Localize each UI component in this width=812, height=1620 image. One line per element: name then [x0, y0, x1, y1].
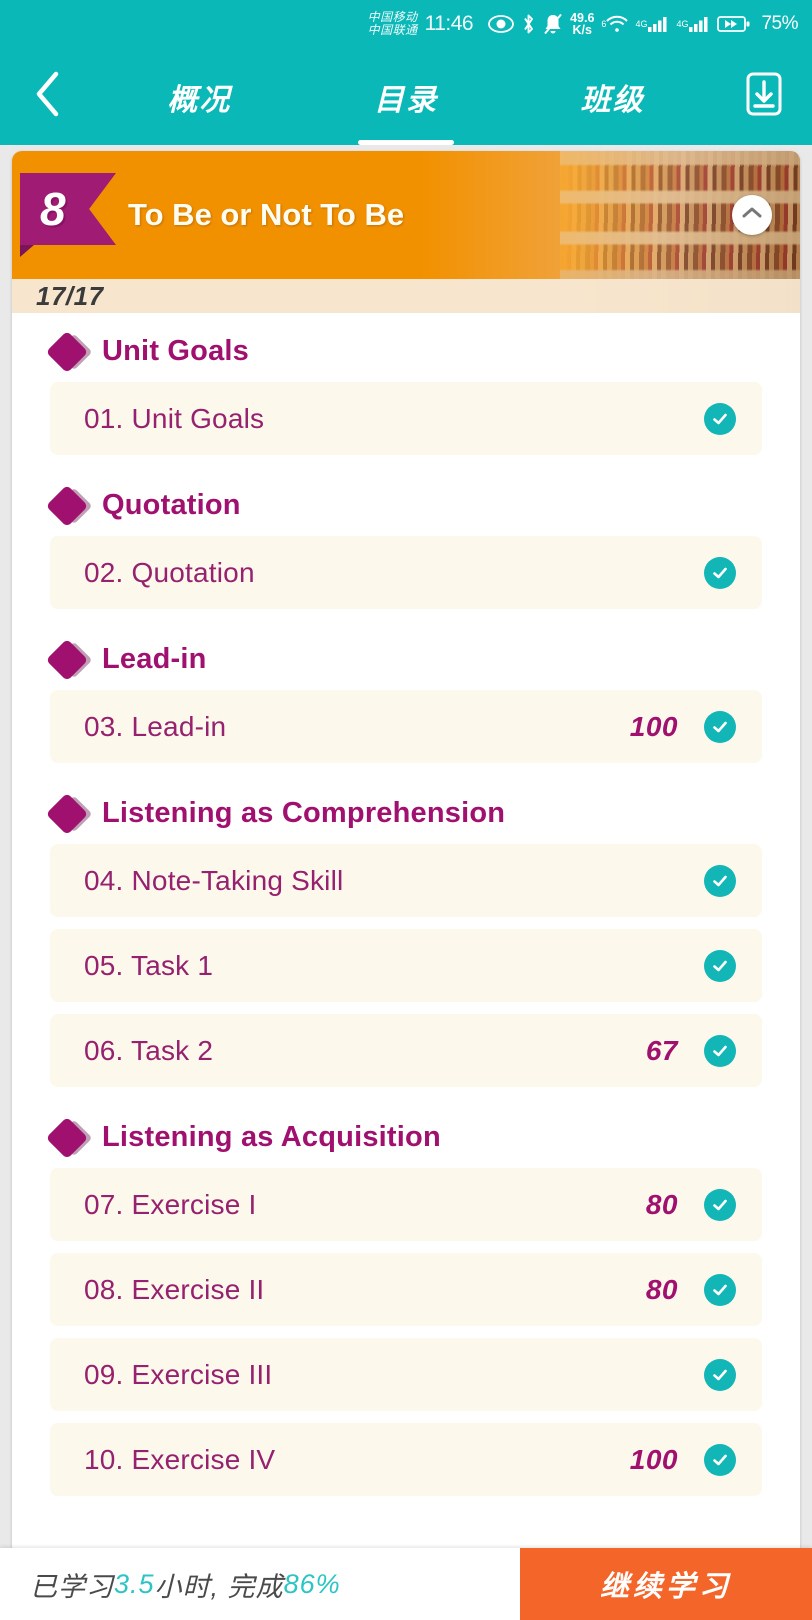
section-title: Listening as Comprehension: [102, 797, 506, 829]
completed-check-icon: [704, 1034, 736, 1067]
lesson-label: 03. Lead-in: [84, 710, 227, 742]
completed-check-icon: [704, 402, 736, 435]
continue-study-button[interactable]: 继续学习: [520, 1548, 812, 1620]
signal-sim1-icon: 4G: [635, 15, 669, 33]
lesson-label: 07. Exercise I: [84, 1188, 257, 1220]
network-speed: 49.6 K/s: [570, 11, 594, 37]
lesson-row[interactable]: 03. Lead-in 100: [50, 690, 762, 763]
diamond-icon: [45, 638, 93, 681]
network-speed-unit: K/s: [572, 23, 592, 37]
study-prefix-label: 已学习: [30, 1571, 114, 1602]
carrier-labels: 中国移动 中国联通: [368, 11, 418, 37]
unit-progress-strip: 17/17: [12, 279, 800, 313]
section-title: Lead-in: [102, 643, 207, 675]
bluetooth-icon: [521, 13, 536, 35]
lesson-row[interactable]: 06. Task 2 67: [50, 1014, 762, 1087]
lesson-label: 06. Task 2: [84, 1034, 214, 1066]
unit-progress-count: 17/17: [36, 280, 104, 311]
ribbon-fold-decoration: [20, 245, 34, 257]
unit-card: 8 To Be or Not To Be 17/17 Unit Goals 01…: [12, 151, 800, 1548]
lesson-label: 10. Exercise IV: [84, 1443, 276, 1475]
study-middle-label: 小时, 完成: [154, 1571, 284, 1602]
tab-overview[interactable]: 概况: [141, 48, 257, 145]
section-header-listening-as-comprehension: Listening as Comprehension: [12, 775, 800, 844]
sim2-network-label: 4G: [676, 19, 689, 29]
section-title: Unit Goals: [102, 335, 250, 367]
lesson-label: 09. Exercise III: [84, 1358, 273, 1390]
mute-bell-icon: [543, 13, 563, 35]
completed-check-icon: [704, 1188, 736, 1221]
diamond-icon: [45, 330, 93, 373]
study-hours-value: 3.5: [114, 1568, 155, 1599]
lesson-row[interactable]: 10. Exercise IV 100: [50, 1423, 762, 1496]
lesson-score: 80: [645, 1188, 678, 1220]
section-header-listening-as-acquisition: Listening as Acquisition: [12, 1099, 800, 1168]
diamond-icon: [45, 1116, 93, 1159]
top-navigation-bar: 概况 目录 班级: [0, 48, 812, 145]
chevron-left-icon: [33, 69, 63, 124]
lesson-label: 04. Note-Taking Skill: [84, 864, 344, 896]
completed-check-icon: [704, 864, 736, 897]
download-button[interactable]: [716, 69, 812, 124]
completed-check-icon: [704, 1273, 736, 1306]
study-summary: 已学习 3.5 小时, 完成 86%: [0, 1548, 520, 1620]
unit-number-ribbon: 8: [20, 173, 116, 245]
collapse-unit-button[interactable]: [732, 195, 772, 235]
completion-percent-value: 86%: [283, 1568, 341, 1599]
completed-check-icon: [704, 1443, 736, 1476]
battery-icon: [717, 14, 751, 34]
nav-tab-list: 概况 目录 班级: [96, 48, 716, 145]
unit-number: 8: [40, 183, 66, 235]
section-header-quotation: Quotation: [12, 467, 800, 536]
lesson-label: 01. Unit Goals: [84, 402, 265, 434]
diamond-icon: [45, 484, 93, 527]
battery-percent: 75%: [761, 13, 798, 34]
unit-banner: 8 To Be or Not To Be: [12, 151, 800, 279]
chevron-up-icon: [741, 205, 763, 226]
tab-catalog[interactable]: 目录: [348, 48, 464, 145]
eye-icon: [488, 15, 514, 33]
status-bar: 中国移动 中国联通 11:46 49.6 K/s 6 4G 4G 75%: [0, 0, 812, 48]
section-header-lead-in: Lead-in: [12, 621, 800, 690]
lesson-label: 05. Task 1: [84, 949, 214, 981]
wifi-icon: 6: [601, 15, 629, 33]
lesson-score: 67: [645, 1034, 678, 1066]
lesson-label: 02. Quotation: [84, 556, 255, 588]
lesson-row[interactable]: 08. Exercise II 80: [50, 1253, 762, 1326]
sim1-network-label: 4G: [635, 19, 648, 29]
lesson-row[interactable]: 01. Unit Goals: [50, 382, 762, 455]
progress-strip-fade: [570, 279, 800, 313]
lesson-score: 100: [629, 710, 678, 742]
lesson-label: 08. Exercise II: [84, 1273, 265, 1305]
lesson-row[interactable]: 05. Task 1: [50, 929, 762, 1002]
lesson-score: 80: [645, 1273, 678, 1305]
section-list: Unit Goals 01. Unit Goals Quotation 02. …: [12, 313, 800, 1548]
completed-check-icon: [704, 1358, 736, 1391]
status-time: 11:46: [424, 12, 474, 35]
lesson-score: 100: [629, 1443, 678, 1475]
download-icon: [741, 69, 787, 124]
tab-class[interactable]: 班级: [555, 48, 671, 145]
lesson-row[interactable]: 04. Note-Taking Skill: [50, 844, 762, 917]
bottom-bar: 已学习 3.5 小时, 完成 86% 继续学习: [0, 1548, 812, 1620]
section-header-unit-goals: Unit Goals: [12, 313, 800, 382]
lesson-row[interactable]: 07. Exercise I 80: [50, 1168, 762, 1241]
catalog-scroll-area[interactable]: 8 To Be or Not To Be 17/17 Unit Goals 01…: [0, 145, 812, 1548]
unit-title: To Be or Not To Be: [128, 197, 405, 232]
completed-check-icon: [704, 949, 736, 982]
back-button[interactable]: [0, 69, 96, 124]
completed-check-icon: [704, 556, 736, 589]
signal-sim2-icon: 4G: [676, 15, 710, 33]
carrier-line-2: 中国联通: [367, 23, 418, 37]
lesson-row[interactable]: 02. Quotation: [50, 536, 762, 609]
section-title: Listening as Acquisition: [102, 1121, 441, 1153]
diamond-icon: [45, 792, 93, 835]
section-title: Quotation: [102, 489, 241, 521]
lesson-row[interactable]: 09. Exercise III: [50, 1338, 762, 1411]
completed-check-icon: [704, 710, 736, 743]
